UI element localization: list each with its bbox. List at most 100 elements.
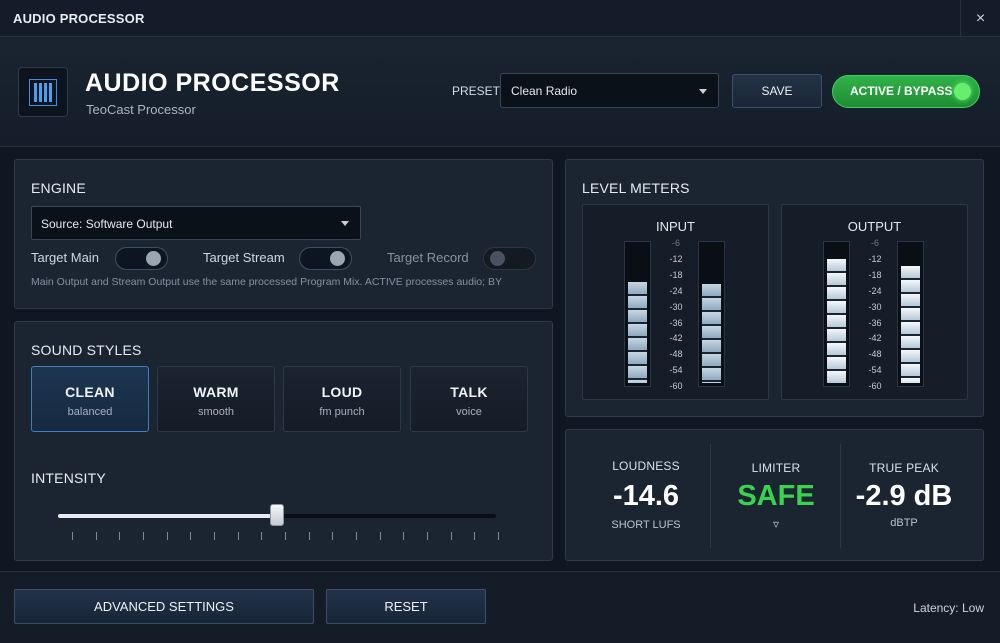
meter-scale-label: -18 bbox=[868, 269, 882, 280]
style-sub: voice bbox=[456, 406, 482, 418]
limiter-label: LIMITER bbox=[751, 461, 801, 475]
limiter-value: SAFE bbox=[737, 480, 815, 512]
level-meters-panel: LEVEL METERS INPUT -6 -12 -18 -24 -30 -36 -42 -… bbox=[565, 159, 984, 417]
meter-scale-label: -42 bbox=[868, 333, 882, 344]
slider-tick bbox=[261, 532, 262, 540]
true-peak-value: -2.9 dB bbox=[855, 480, 953, 512]
app-header: AUDIO PROCESSOR TeoCast Processor PRESET… bbox=[0, 37, 1000, 147]
meter-scale-label: -24 bbox=[868, 285, 882, 296]
input-meter-right bbox=[698, 241, 725, 387]
latency-status: Latency: Low bbox=[913, 601, 984, 615]
source-value: Source: Software Output bbox=[41, 217, 173, 231]
meter-fill bbox=[901, 266, 920, 383]
app-title: AUDIO PROCESSOR bbox=[85, 69, 340, 97]
target-stream-toggle[interactable] bbox=[299, 247, 352, 270]
meter-scale-label: -6 bbox=[870, 238, 879, 248]
slider-tick bbox=[96, 532, 97, 540]
input-meter-left bbox=[624, 241, 651, 387]
true-peak-stat: TRUE PEAK -2.9 dB dBTP bbox=[844, 430, 964, 560]
style-loud-button[interactable]: LOUD fm punch bbox=[283, 366, 401, 432]
active-bypass-label: ACTIVE / BYPASS bbox=[850, 84, 953, 98]
slider-tick bbox=[214, 532, 215, 540]
meter-scale-label: -6 bbox=[671, 238, 680, 248]
style-clean-button[interactable]: CLEAN balanced bbox=[31, 366, 149, 432]
meter-scale-label: -36 bbox=[669, 317, 683, 328]
reset-button[interactable]: RESET bbox=[326, 589, 486, 624]
true-peak-unit: dBTP bbox=[890, 517, 918, 529]
limiter-dropdown-icon[interactable]: ▿ bbox=[716, 517, 836, 531]
meter-scale-label: -48 bbox=[669, 349, 683, 360]
style-talk-button[interactable]: TALK voice bbox=[410, 366, 528, 432]
app-subtitle: TeoCast Processor bbox=[86, 102, 196, 117]
engine-note: Main Output and Stream Output use the sa… bbox=[31, 276, 502, 288]
meter-scale-label: -24 bbox=[669, 285, 683, 296]
target-main-label: Target Main bbox=[31, 250, 99, 265]
output-meter-label: OUTPUT bbox=[847, 219, 902, 234]
target-stream-label: Target Stream bbox=[203, 250, 285, 265]
stats-panel: LOUDNESS -14.6 SHORT LUFS LIMITER SAFE ▿… bbox=[565, 429, 984, 561]
toggle-knob bbox=[490, 251, 505, 266]
intensity-fill bbox=[58, 514, 277, 518]
slider-tick bbox=[309, 532, 310, 540]
style-name: WARM bbox=[193, 384, 239, 400]
slider-tick bbox=[167, 532, 168, 540]
true-peak-label: TRUE PEAK bbox=[869, 461, 939, 475]
style-sub: smooth bbox=[197, 406, 235, 418]
status-indicator-icon bbox=[954, 83, 971, 100]
loudness-label: LOUDNESS bbox=[612, 459, 680, 473]
slider-tick bbox=[72, 532, 73, 540]
slider-handle[interactable] bbox=[270, 504, 284, 526]
meter-scale-label: -36 bbox=[868, 317, 882, 328]
sound-styles-panel: SOUND STYLES CLEAN balanced WARM smooth … bbox=[14, 321, 553, 561]
style-warm-button[interactable]: WARM smooth bbox=[157, 366, 275, 432]
target-main-toggle[interactable] bbox=[115, 247, 168, 270]
chevron-down-icon bbox=[341, 221, 349, 226]
style-name: CLEAN bbox=[65, 384, 115, 400]
chevron-down-icon bbox=[699, 89, 707, 94]
meter-fill bbox=[702, 284, 721, 383]
divider bbox=[710, 444, 711, 548]
active-bypass-toggle[interactable]: ACTIVE / BYPASS bbox=[832, 75, 980, 108]
toggle-knob bbox=[330, 251, 345, 266]
meter-scale-label: -60 bbox=[669, 381, 683, 392]
divider bbox=[840, 444, 841, 548]
input-meter: INPUT -6 -12 -18 -24 -30 -36 -42 -48 -54 -60 bbox=[582, 204, 769, 400]
slider-tick bbox=[238, 532, 239, 540]
intensity-slider[interactable] bbox=[58, 504, 496, 526]
meter-scale-label: -54 bbox=[868, 365, 882, 376]
meter-scale-label: -30 bbox=[868, 301, 882, 312]
meter-scale-label: -48 bbox=[868, 349, 882, 360]
title-bar: AUDIO PROCESSOR × bbox=[0, 0, 1000, 37]
output-meter-left bbox=[823, 241, 850, 387]
engine-panel: ENGINE Source: Software Output Target Ma… bbox=[14, 159, 553, 309]
meter-scale-label: -30 bbox=[669, 301, 683, 312]
loudness-unit: SHORT LUFS bbox=[611, 519, 681, 531]
save-button[interactable]: SAVE bbox=[732, 74, 822, 108]
slider-tick bbox=[474, 532, 475, 540]
meter-scale-label: -18 bbox=[669, 269, 683, 280]
style-sub: balanced bbox=[67, 406, 113, 418]
slider-tick bbox=[190, 532, 191, 540]
target-record-toggle[interactable] bbox=[483, 247, 536, 270]
meter-scale-label: -12 bbox=[669, 253, 683, 264]
slider-tick bbox=[403, 532, 404, 540]
preset-select[interactable]: Clean Radio bbox=[500, 73, 719, 108]
level-meters-title: LEVEL METERS bbox=[582, 180, 690, 196]
style-sub: fm punch bbox=[319, 406, 365, 418]
source-select[interactable]: Source: Software Output bbox=[31, 206, 361, 240]
slider-tick bbox=[143, 532, 144, 540]
loudness-stat: LOUDNESS -14.6 SHORT LUFS bbox=[586, 430, 706, 560]
limiter-stat: LIMITER SAFE ▿ bbox=[716, 430, 836, 560]
loudness-value: -14.6 bbox=[612, 480, 680, 512]
meter-scale-label: -60 bbox=[868, 381, 882, 392]
style-name: LOUD bbox=[321, 384, 363, 400]
footer: ADVANCED SETTINGS RESET Latency: Low bbox=[0, 571, 1000, 643]
close-icon[interactable]: × bbox=[960, 0, 1000, 37]
intensity-label: INTENSITY bbox=[31, 470, 106, 486]
preset-value: Clean Radio bbox=[511, 84, 578, 98]
engine-title: ENGINE bbox=[31, 180, 86, 196]
toggle-knob bbox=[146, 251, 161, 266]
slider-tick bbox=[356, 532, 357, 540]
meter-scale-label: -54 bbox=[669, 365, 683, 376]
advanced-settings-button[interactable]: ADVANCED SETTINGS bbox=[14, 589, 314, 624]
